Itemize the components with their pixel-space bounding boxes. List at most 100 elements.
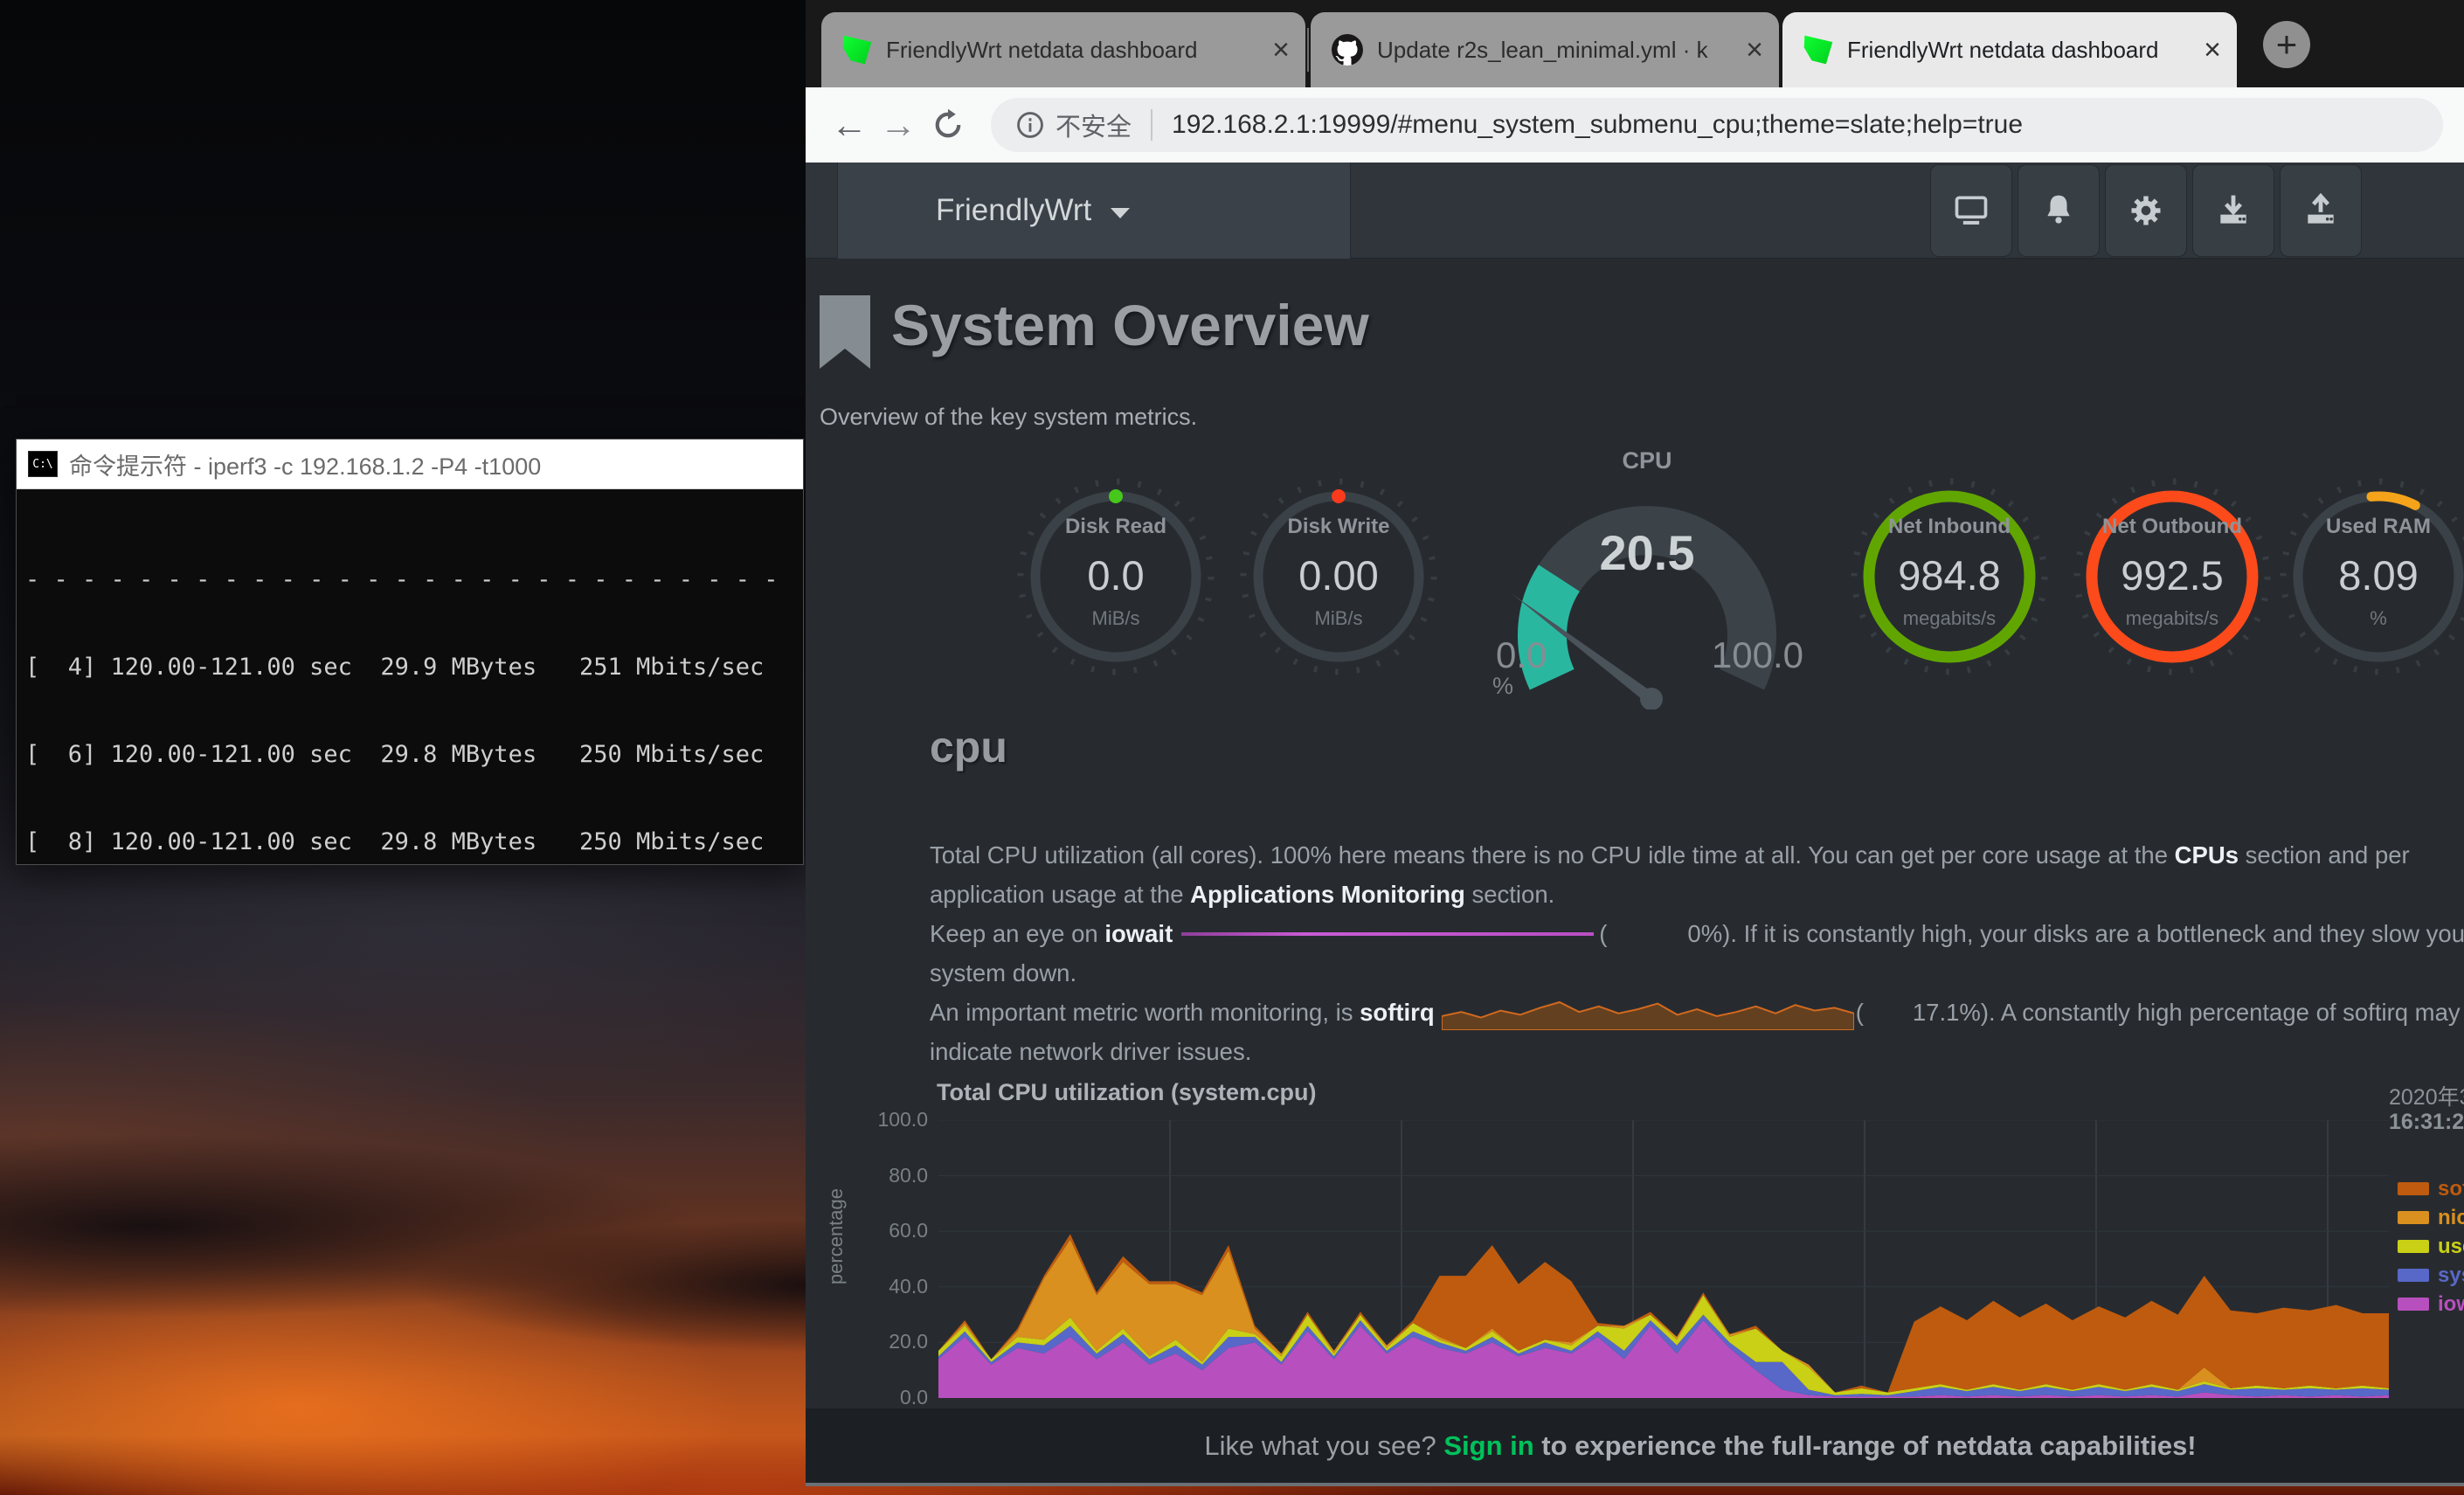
text: application usage at the bbox=[930, 875, 1190, 914]
text: ( bbox=[1599, 914, 1607, 953]
legend-item-user[interactable]: user bbox=[2398, 1232, 2464, 1261]
cpus-link[interactable]: CPUs bbox=[2175, 835, 2239, 875]
iowait-sparkline[interactable] bbox=[1181, 932, 1594, 936]
legend-item-softirq[interactable]: softirq bbox=[2398, 1174, 2464, 1203]
terminal-line: [ 8] 120.00-121.00 sec 29.8 MBytes 250 M… bbox=[25, 827, 803, 856]
tab-netdata-1[interactable]: FriendlyWrt netdata dashboard × bbox=[821, 12, 1305, 87]
gauge-label: Disk Read bbox=[1015, 515, 1216, 539]
y-tick: 20.0 bbox=[841, 1330, 928, 1353]
screen: C:\ 命令提示符 - iperf3 -c 192.168.1.2 -P4 -t… bbox=[0, 0, 2464, 1495]
bell-icon bbox=[2039, 191, 2078, 230]
netdata-favicon bbox=[842, 35, 872, 65]
text: ). A constantly high percentage of softi… bbox=[1981, 993, 2461, 1032]
gauge-value: 0.00 bbox=[1238, 551, 1439, 599]
gauge-label: Disk Write bbox=[1238, 515, 1439, 539]
terminal-window[interactable]: C:\ 命令提示符 - iperf3 -c 192.168.1.2 -P4 -t… bbox=[16, 439, 804, 865]
cpu-text-line: indicate network driver issues. bbox=[930, 1032, 2464, 1071]
export-settings-button[interactable] bbox=[2280, 164, 2362, 257]
terminal-titlebar[interactable]: C:\ 命令提示符 - iperf3 -c 192.168.1.2 -P4 -t… bbox=[17, 440, 803, 489]
tab-github[interactable]: Update r2s_lean_minimal.yml · k × bbox=[1311, 12, 1779, 87]
import-settings-button[interactable] bbox=[2192, 164, 2274, 257]
iowait-label: iowait bbox=[1104, 914, 1173, 953]
gauge-value: 992.5 bbox=[2072, 551, 2273, 599]
legend-item-system[interactable]: system bbox=[2398, 1261, 2464, 1290]
bookmark-icon bbox=[820, 295, 870, 370]
iowait-value: 0% bbox=[1687, 914, 1722, 953]
text: system down. bbox=[930, 953, 1076, 993]
gauge-unit: megabits/s bbox=[2072, 607, 2273, 630]
chart-date: 2020年3 bbox=[2389, 1080, 2464, 1111]
terminal-line: [ 6] 120.00-121.00 sec 29.8 MBytes 250 M… bbox=[25, 740, 803, 769]
info-icon[interactable] bbox=[1015, 110, 1045, 140]
page-title: System Overview bbox=[891, 292, 1369, 358]
softirq-sparkline[interactable] bbox=[1442, 995, 1854, 1030]
legend-item-nice[interactable]: nice bbox=[2398, 1203, 2464, 1232]
page-subtitle: Overview of the key system metrics. bbox=[820, 404, 1197, 431]
gauge-cpu[interactable]: CPU 20.5 0.0 100.0 % bbox=[1485, 447, 1809, 709]
gauge-unit: % bbox=[1492, 673, 1513, 700]
chart-legend: softirqniceusersystemiowait bbox=[2398, 1174, 2464, 1319]
alarms-button[interactable] bbox=[2018, 164, 2100, 257]
security-label[interactable]: 不安全 bbox=[1056, 107, 1132, 143]
chart-time: 16:31:2 bbox=[2389, 1110, 2464, 1135]
netdata-favicon bbox=[1803, 35, 1833, 65]
cpu-text-line: Keep an eye on iowait (0%). If it is cons… bbox=[930, 914, 2464, 953]
text: Keep an eye on bbox=[930, 914, 1104, 953]
gauge-unit: MiB/s bbox=[1238, 607, 1439, 630]
gauge-value: 20.5 bbox=[1485, 524, 1809, 581]
text: indicate network driver issues. bbox=[930, 1032, 1251, 1071]
netdata-navbar: FriendlyWrt bbox=[806, 163, 2464, 259]
tab-close-icon[interactable]: × bbox=[2204, 35, 2221, 65]
settings-button[interactable] bbox=[2105, 164, 2187, 257]
gauge-disk-write[interactable]: Disk Write 0.00 MiB/s bbox=[1238, 476, 1439, 677]
cpu-section-text: Total CPU utilization (all cores). 100% … bbox=[930, 835, 2464, 1071]
url-text[interactable]: 192.168.2.1:19999/#menu_system_submenu_c… bbox=[1172, 110, 2023, 140]
y-tick: 100.0 bbox=[841, 1108, 928, 1132]
softirq-label: softirq bbox=[1360, 993, 1435, 1032]
gauge-dot bbox=[1109, 489, 1123, 503]
text: section and per bbox=[2239, 835, 2410, 875]
github-icon bbox=[1332, 34, 1363, 66]
terminal-line: - - - - - - - - - - - - - - - - - - - - … bbox=[25, 565, 803, 594]
gauge-label: CPU bbox=[1485, 447, 1809, 474]
text: ). If it is constantly high, your disks … bbox=[1722, 914, 2464, 953]
forward-icon[interactable]: → bbox=[874, 104, 923, 146]
address-bar[interactable]: 不安全 192.168.2.1:19999/#menu_system_subme… bbox=[991, 98, 2443, 152]
terminal-output[interactable]: - - - - - - - - - - - - - - - - - - - - … bbox=[17, 489, 803, 864]
gauge-disk-read[interactable]: Disk Read 0.0 MiB/s bbox=[1015, 476, 1216, 677]
gauge-net-inbound[interactable]: Net Inbound 984.8 megabits/s bbox=[1849, 476, 2050, 677]
tab-title: FriendlyWrt netdata dashboard bbox=[1847, 37, 2195, 64]
legend-item-iowait[interactable]: iowait bbox=[2398, 1290, 2464, 1319]
tab-close-icon[interactable]: × bbox=[1272, 35, 1290, 65]
text: Total CPU utilization (all cores). 100% … bbox=[930, 835, 2175, 875]
applications-monitoring-link[interactable]: Applications Monitoring bbox=[1190, 875, 1465, 914]
new-tab-button[interactable]: + bbox=[2263, 21, 2310, 68]
nodes-view-button[interactable] bbox=[1930, 164, 2012, 257]
reload-icon[interactable] bbox=[930, 107, 966, 143]
gauge-label: Net Inbound bbox=[1849, 515, 2050, 539]
gauge-label: Net Outbound bbox=[2072, 515, 2273, 539]
y-axis-label: percentage bbox=[825, 1188, 848, 1284]
cpu-text-line: Total CPU utilization (all cores). 100% … bbox=[930, 835, 2464, 875]
tab-divider bbox=[1307, 28, 1309, 72]
tab-close-icon[interactable]: × bbox=[1746, 35, 1763, 65]
y-tick: 40.0 bbox=[841, 1275, 928, 1298]
back-icon[interactable]: ← bbox=[825, 104, 874, 146]
cpu-utilization-chart[interactable] bbox=[938, 1120, 2389, 1398]
gauge-label: Used RAM bbox=[2278, 515, 2464, 539]
gauge-unit: % bbox=[2278, 607, 2464, 630]
gear-icon bbox=[2127, 191, 2165, 230]
signin-post: to experience the full-range of netdata … bbox=[1534, 1430, 2197, 1462]
terminal-title: 命令提示符 - iperf3 -c 192.168.1.2 -P4 -t1000 bbox=[69, 447, 541, 481]
gauge-net-outbound[interactable]: Net Outbound 992.5 megabits/s bbox=[2072, 476, 2273, 677]
signin-link[interactable]: Sign in bbox=[1443, 1430, 1533, 1462]
browser-window: FriendlyWrt netdata dashboard × Update r… bbox=[806, 0, 2464, 1486]
tab-netdata-2-active[interactable]: FriendlyWrt netdata dashboard × bbox=[1782, 12, 2237, 87]
gauge-value: 8.09 bbox=[2278, 551, 2464, 599]
gauge-used-ram[interactable]: Used RAM 8.09 % bbox=[2278, 476, 2464, 677]
tab-title: Update r2s_lean_minimal.yml · k bbox=[1377, 37, 1737, 64]
host-dropdown[interactable]: FriendlyWrt bbox=[837, 163, 1351, 259]
y-tick: 80.0 bbox=[841, 1164, 928, 1187]
gauge-max: 100.0 bbox=[1712, 634, 1803, 676]
signin-bar: Like what you see? Sign in to experience… bbox=[806, 1408, 2464, 1483]
